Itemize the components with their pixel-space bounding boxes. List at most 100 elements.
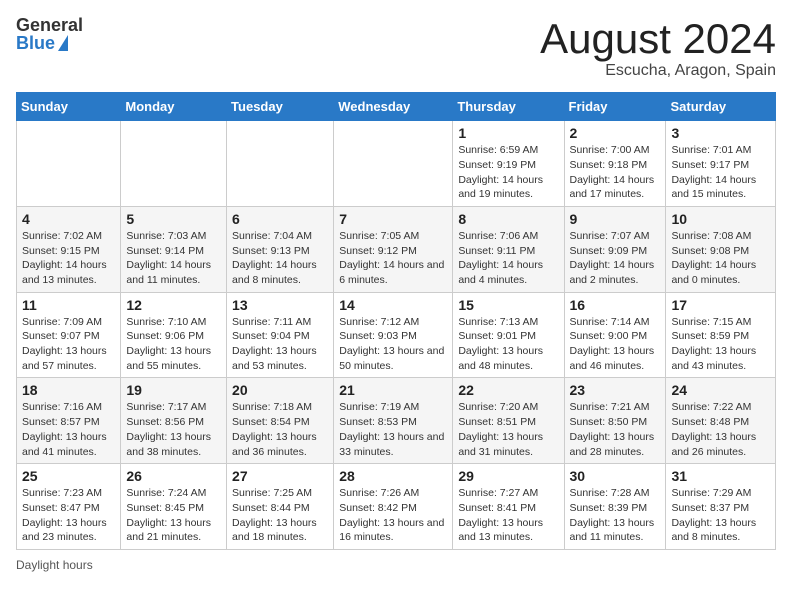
calendar-cell: 19Sunrise: 7:17 AM Sunset: 8:56 PM Dayli… (121, 378, 227, 464)
calendar-cell: 1Sunrise: 6:59 AM Sunset: 9:19 PM Daylig… (453, 121, 564, 207)
calendar-cell (121, 121, 227, 207)
week-row-3: 11Sunrise: 7:09 AM Sunset: 9:07 PM Dayli… (17, 292, 776, 378)
calendar-cell: 18 Sunrise: 7:16 AM Sunset: 8:57 PM Dayli… (17, 378, 121, 464)
day-info: Sunrise: 7:13 AM Sunset: 9:01 PM Dayligh… (458, 315, 558, 374)
calendar-cell: 27 Sunrise: 7:25 AM Sunset: 8:44 PM Dayli… (227, 464, 334, 550)
week-row-5: 25Sunrise: 7:23 AM Sunset: 8:47 PM Dayli… (17, 464, 776, 550)
calendar-cell: 5 Sunrise: 7:03 AM Sunset: 9:14 PM Daylig… (121, 206, 227, 292)
day-info: Sunrise: 7:20 AM Sunset: 8:51 PM Dayligh… (458, 400, 558, 459)
calendar-cell: 9 Sunrise: 7:07 AM Sunset: 9:09 PM Daylig… (564, 206, 666, 292)
day-info: Sunrise: 7:29 AM Sunset: 8:37 PM Dayligh… (671, 486, 770, 545)
column-header-thursday: Thursday (453, 93, 564, 121)
footer-note: Daylight hours (16, 558, 776, 572)
logo: General Blue (16, 16, 83, 52)
day-number: 2 (570, 125, 661, 141)
day-number: 10 (671, 211, 770, 227)
week-row-2: 4 Sunrise: 7:02 AM Sunset: 9:15 PM Daylig… (17, 206, 776, 292)
logo-blue: Blue (16, 34, 55, 52)
calendar-cell: 28 Sunrise: 7:26 AM Sunset: 8:42 PM Dayli… (334, 464, 453, 550)
column-header-sunday: Sunday (17, 93, 121, 121)
day-info: Sunrise: 7:07 AM Sunset: 9:09 PM Dayligh… (570, 229, 661, 288)
day-number: 16 (570, 297, 661, 313)
day-number: 8 (458, 211, 558, 227)
day-number: 5 (126, 211, 221, 227)
day-number: 28 (339, 468, 447, 484)
day-info: Sunrise: 7:18 AM Sunset: 8:54 PM Dayligh… (232, 400, 328, 459)
calendar-cell: 16 Sunrise: 7:14 AM Sunset: 9:00 PM Dayli… (564, 292, 666, 378)
calendar-cell: 4 Sunrise: 7:02 AM Sunset: 9:15 PM Daylig… (17, 206, 121, 292)
calendar-cell: 15 Sunrise: 7:13 AM Sunset: 9:01 PM Dayli… (453, 292, 564, 378)
day-number: 29 (458, 468, 558, 484)
column-header-tuesday: Tuesday (227, 93, 334, 121)
calendar-cell: 20Sunrise: 7:18 AM Sunset: 8:54 PM Dayli… (227, 378, 334, 464)
day-info: Sunrise: 7:22 AM Sunset: 8:48 PM Dayligh… (671, 400, 770, 459)
calendar-cell: 14 Sunrise: 7:12 AM Sunset: 9:03 PM Dayli… (334, 292, 453, 378)
day-number: 9 (570, 211, 661, 227)
calendar-header-row: SundayMondayTuesdayWednesdayThursdayFrid… (17, 93, 776, 121)
calendar-cell: 8 Sunrise: 7:06 AM Sunset: 9:11 PM Daylig… (453, 206, 564, 292)
week-row-1: 1Sunrise: 6:59 AM Sunset: 9:19 PM Daylig… (17, 121, 776, 207)
day-info: Sunrise: 7:28 AM Sunset: 8:39 PM Dayligh… (570, 486, 661, 545)
day-number: 4 (22, 211, 115, 227)
day-number: 15 (458, 297, 558, 313)
calendar-cell: 3 Sunrise: 7:01 AM Sunset: 9:17 PM Daylig… (666, 121, 776, 207)
calendar-cell: 22Sunrise: 7:20 AM Sunset: 8:51 PM Dayli… (453, 378, 564, 464)
calendar-cell (227, 121, 334, 207)
day-number: 13 (232, 297, 328, 313)
day-info: Sunrise: 7:10 AM Sunset: 9:06 PM Dayligh… (126, 315, 221, 374)
calendar-cell: 6 Sunrise: 7:04 AM Sunset: 9:13 PM Daylig… (227, 206, 334, 292)
day-info: Sunrise: 7:02 AM Sunset: 9:15 PM Dayligh… (22, 229, 115, 288)
day-number: 6 (232, 211, 328, 227)
calendar-cell: 23Sunrise: 7:21 AM Sunset: 8:50 PM Dayli… (564, 378, 666, 464)
title-block: August 2024 Escucha, Aragon, Spain (540, 16, 776, 80)
day-number: 30 (570, 468, 661, 484)
day-info: Sunrise: 7:03 AM Sunset: 9:14 PM Dayligh… (126, 229, 221, 288)
day-number: 26 (126, 468, 221, 484)
week-row-4: 18 Sunrise: 7:16 AM Sunset: 8:57 PM Dayli… (17, 378, 776, 464)
day-number: 31 (671, 468, 770, 484)
column-header-saturday: Saturday (666, 93, 776, 121)
day-number: 21 (339, 382, 447, 398)
calendar-cell: 10 Sunrise: 7:08 AM Sunset: 9:08 PM Dayli… (666, 206, 776, 292)
logo-general: General (16, 16, 83, 34)
calendar-cell: 30 Sunrise: 7:28 AM Sunset: 8:39 PM Dayli… (564, 464, 666, 550)
calendar-cell: 11Sunrise: 7:09 AM Sunset: 9:07 PM Dayli… (17, 292, 121, 378)
calendar-cell (334, 121, 453, 207)
day-number: 1 (458, 125, 558, 141)
day-number: 12 (126, 297, 221, 313)
day-info: Sunrise: 7:19 AM Sunset: 8:53 PM Dayligh… (339, 400, 447, 459)
day-info: Sunrise: 7:12 AM Sunset: 9:03 PM Dayligh… (339, 315, 447, 374)
calendar-cell: 29Sunrise: 7:27 AM Sunset: 8:41 PM Dayli… (453, 464, 564, 550)
day-number: 25 (22, 468, 115, 484)
day-info: Sunrise: 7:14 AM Sunset: 9:00 PM Dayligh… (570, 315, 661, 374)
day-info: Sunrise: 7:04 AM Sunset: 9:13 PM Dayligh… (232, 229, 328, 288)
day-info: Sunrise: 7:11 AM Sunset: 9:04 PM Dayligh… (232, 315, 328, 374)
day-info: Sunrise: 7:08 AM Sunset: 9:08 PM Dayligh… (671, 229, 770, 288)
day-info: Sunrise: 7:24 AM Sunset: 8:45 PM Dayligh… (126, 486, 221, 545)
calendar-cell: 17Sunrise: 7:15 AM Sunset: 8:59 PM Dayli… (666, 292, 776, 378)
calendar-cell: 26 Sunrise: 7:24 AM Sunset: 8:45 PM Dayli… (121, 464, 227, 550)
day-info: Sunrise: 7:25 AM Sunset: 8:44 PM Dayligh… (232, 486, 328, 545)
day-info: Sunrise: 7:16 AM Sunset: 8:57 PM Dayligh… (22, 400, 115, 459)
day-info: Sunrise: 7:05 AM Sunset: 9:12 PM Dayligh… (339, 229, 447, 288)
day-number: 27 (232, 468, 328, 484)
day-info: Sunrise: 7:06 AM Sunset: 9:11 PM Dayligh… (458, 229, 558, 288)
day-number: 7 (339, 211, 447, 227)
daylight-hours-label: Daylight hours (16, 558, 93, 572)
day-number: 24 (671, 382, 770, 398)
calendar-cell: 12 Sunrise: 7:10 AM Sunset: 9:06 PM Dayli… (121, 292, 227, 378)
column-header-wednesday: Wednesday (334, 93, 453, 121)
day-number: 23 (570, 382, 661, 398)
calendar-cell: 21 Sunrise: 7:19 AM Sunset: 8:53 PM Dayli… (334, 378, 453, 464)
day-info: Sunrise: 7:00 AM Sunset: 9:18 PM Dayligh… (570, 143, 661, 202)
day-number: 14 (339, 297, 447, 313)
day-number: 3 (671, 125, 770, 141)
calendar-cell: 7 Sunrise: 7:05 AM Sunset: 9:12 PM Daylig… (334, 206, 453, 292)
calendar-cell: 31 Sunrise: 7:29 AM Sunset: 8:37 PM Dayli… (666, 464, 776, 550)
day-info: Sunrise: 7:01 AM Sunset: 9:17 PM Dayligh… (671, 143, 770, 202)
day-number: 19 (126, 382, 221, 398)
day-info: Sunrise: 7:26 AM Sunset: 8:42 PM Dayligh… (339, 486, 447, 545)
column-header-monday: Monday (121, 93, 227, 121)
calendar-title: August 2024 (540, 16, 776, 62)
day-number: 18 (22, 382, 115, 398)
